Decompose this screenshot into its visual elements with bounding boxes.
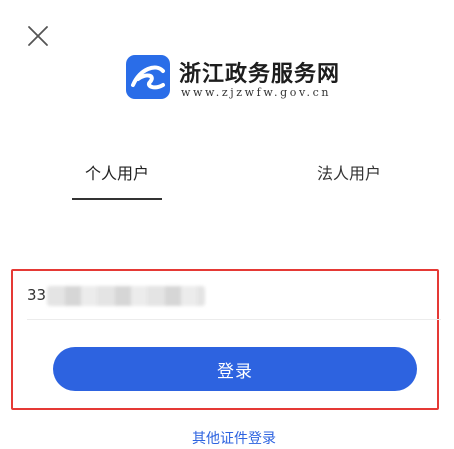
brand-url: www.zjzwfw.gov.cn (181, 86, 332, 99)
active-tab-indicator (72, 198, 162, 200)
user-type-tabs: 个人用户 法人用户 (0, 156, 454, 204)
tab-legal-user[interactable]: 法人用户 (304, 156, 394, 202)
login-page: 浙江政务服务网 www.zjzwfw.gov.cn 个人用户 法人用户 登录 其… (0, 0, 454, 449)
login-form-highlight: 登录 (11, 269, 441, 410)
redacted-id-mask (47, 286, 205, 306)
other-id-login-link[interactable]: 其他证件登录 (0, 428, 454, 448)
login-button[interactable]: 登录 (53, 347, 417, 391)
tab-personal-user[interactable]: 个人用户 (72, 156, 162, 202)
brand-header: 浙江政务服务网 www.zjzwfw.gov.cn (126, 53, 356, 103)
input-underline (27, 319, 441, 320)
zhejiang-gov-logo-icon (126, 55, 170, 99)
close-button[interactable] (26, 24, 50, 48)
close-icon (28, 26, 48, 46)
brand-name: 浙江政务服务网 (179, 61, 341, 87)
